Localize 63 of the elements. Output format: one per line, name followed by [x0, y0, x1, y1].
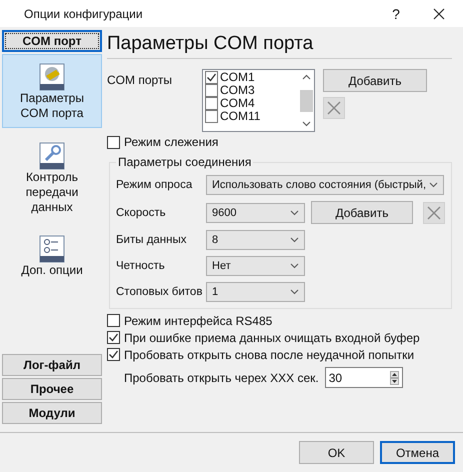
plug-icon [39, 63, 65, 91]
checkbox[interactable] [107, 136, 120, 148]
dialog-button[interactable]: OK [299, 441, 374, 464]
delete-button[interactable] [423, 202, 445, 224]
caret-icon [290, 289, 299, 295]
field-label: Биты данных [116, 234, 188, 246]
number-spinner[interactable]: 30 [324, 367, 403, 388]
add-button[interactable]: Добавить [323, 69, 427, 92]
section-button[interactable]: COM порт [2, 30, 102, 52]
checkbox[interactable] [107, 348, 120, 361]
dropdown[interactable]: 8 [206, 230, 305, 250]
dropdown[interactable]: 9600 [206, 202, 305, 222]
list-icon [39, 235, 65, 263]
close-icon [426, 204, 442, 220]
check-icon [108, 349, 119, 360]
section-button[interactable]: Лог-файл [2, 354, 102, 376]
field-label: Пробовать открыть черех XXX сек. [124, 370, 319, 384]
dialog-button[interactable]: Отмена [380, 441, 455, 464]
list-item[interactable]: COM11 [220, 110, 260, 123]
check-icon [206, 72, 217, 83]
page-heading: Параметры COM порта [107, 27, 452, 59]
checkbox-label: Режим интерфейса RS485 [124, 314, 272, 328]
caret-icon [290, 210, 299, 216]
delete-button[interactable] [323, 97, 345, 119]
checkbox[interactable] [205, 97, 218, 110]
field-label: COM порты [107, 72, 174, 89]
caret-icon [429, 182, 438, 188]
checkbox[interactable] [107, 314, 120, 327]
checkbox-label: При ошибке приема данных очищать входной буфер [124, 330, 420, 344]
help-button[interactable]: ? [386, 6, 406, 22]
field-label: Режим опроса [116, 179, 194, 191]
close-icon [433, 8, 445, 20]
close-button[interactable] [432, 6, 446, 20]
check-icon [108, 332, 119, 343]
field-label: Стоповых битов [116, 286, 204, 298]
caret-icon [290, 237, 299, 243]
section-button[interactable]: Модули [2, 402, 102, 424]
nav-item[interactable]: Параметры COM порта [2, 54, 102, 128]
group-title: Параметры соединения [116, 155, 254, 169]
port-list[interactable]: COM1 COM3 COM4 COM11 [202, 69, 315, 132]
nav-item[interactable]: Доп. опции [2, 227, 102, 284]
dropdown[interactable]: 1 [206, 282, 305, 302]
checkbox[interactable] [205, 84, 218, 97]
nav-item[interactable]: Контроль передачи данных [2, 134, 102, 221]
caret-icon [290, 263, 299, 269]
checkbox[interactable] [205, 110, 218, 123]
close-icon [326, 100, 342, 116]
field-label: Скорость [116, 206, 167, 218]
add-button[interactable]: Добавить [311, 201, 413, 224]
list-item[interactable]: COM3 [220, 84, 255, 97]
section-button[interactable]: Прочее [2, 378, 102, 400]
list-item[interactable]: COM4 [220, 97, 255, 110]
window-title: Опции конфигурации [24, 6, 144, 20]
checkbox-label: Пробовать открыть снова после неудачной попытки [124, 348, 414, 362]
list-item[interactable]: COM1 [220, 71, 255, 84]
scroll-thumb[interactable] [300, 90, 313, 112]
checkbox[interactable] [205, 71, 218, 84]
dropdown[interactable]: Использовать слово состояния (быстрый, [206, 175, 444, 195]
field-label: Четность [116, 260, 166, 272]
dropdown[interactable]: Нет [206, 256, 305, 276]
checkbox-label: Режим слежения [124, 135, 218, 149]
spin-arrows-icon [390, 370, 399, 384]
checkbox[interactable] [107, 331, 120, 344]
